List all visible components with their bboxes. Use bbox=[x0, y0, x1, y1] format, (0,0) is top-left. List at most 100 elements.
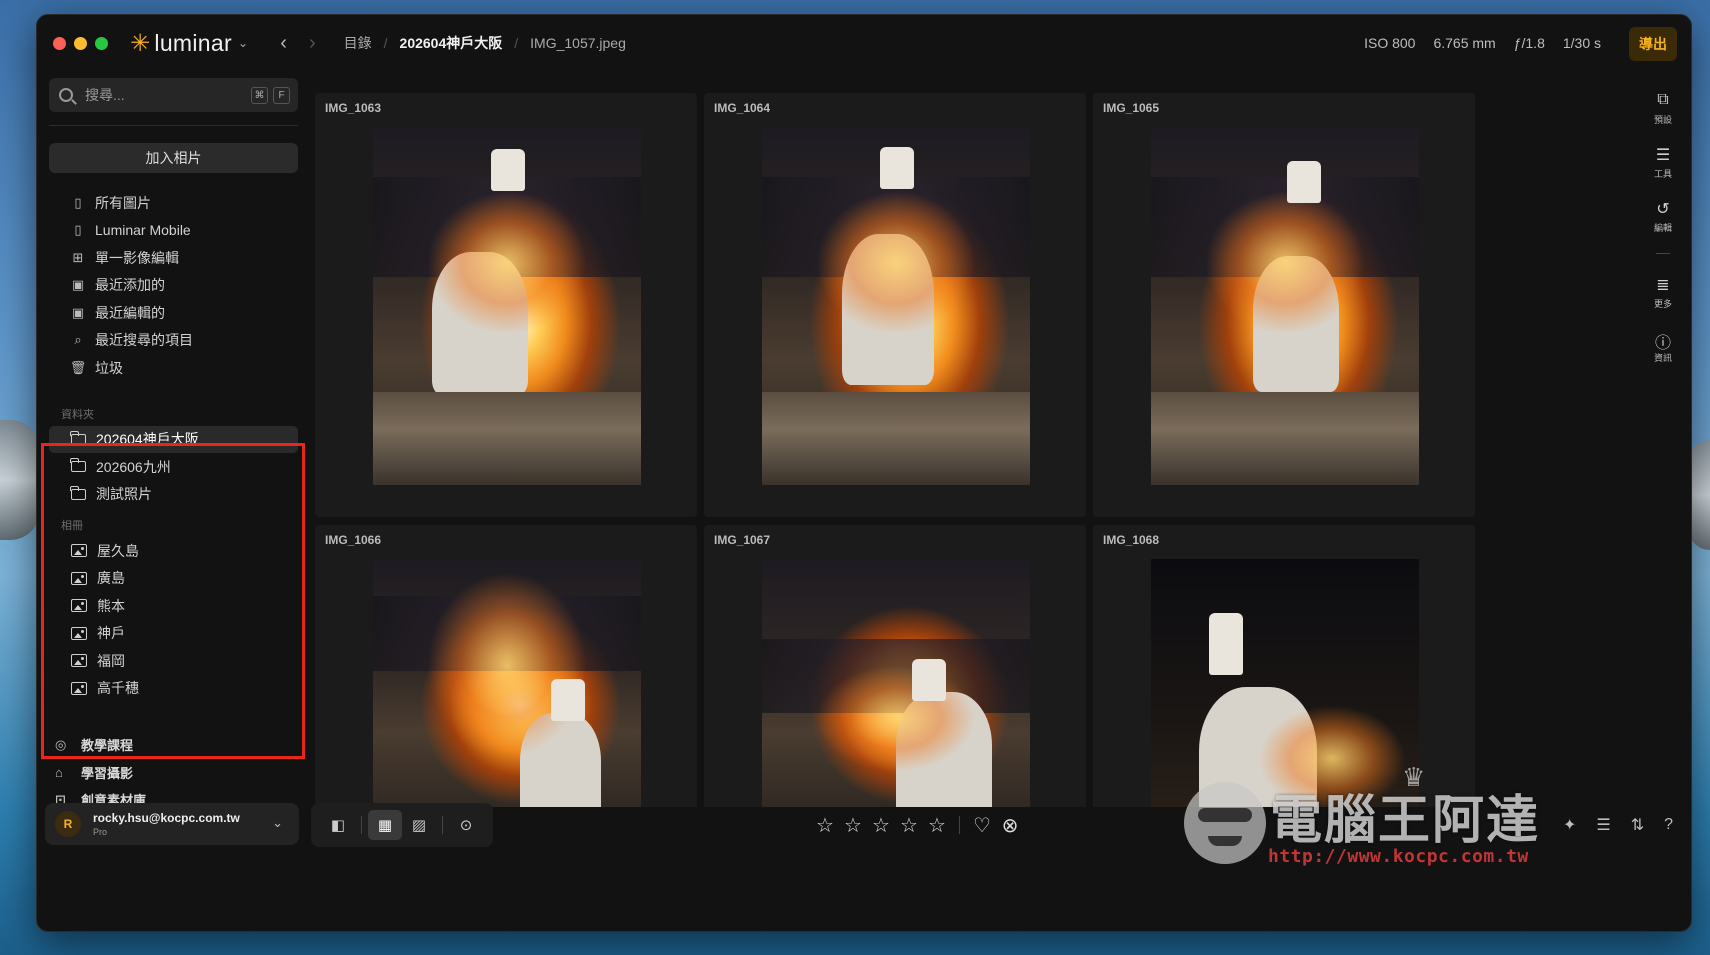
bottom-toolbar: ◧ ▦ ▨ ⊙ ☆ ☆ ☆ ☆ ☆ ♡ ⊗ ✦ ☰ ⇅ ? bbox=[311, 803, 1691, 847]
album-icon bbox=[71, 626, 87, 640]
back-button[interactable]: ‹ bbox=[280, 32, 287, 55]
export-button[interactable]: 導出 bbox=[1629, 27, 1677, 61]
star-rating-2[interactable]: ☆ bbox=[843, 813, 863, 838]
photo-stack-icon: ▯ bbox=[74, 194, 82, 210]
album-item[interactable]: 福岡 bbox=[49, 647, 298, 675]
sidebar-item-recently-added[interactable]: ▣ 最近添加的 bbox=[49, 272, 298, 300]
folders-section-label: 資料夾 bbox=[61, 408, 94, 421]
star-rating-5[interactable]: ☆ bbox=[927, 813, 947, 838]
trash-icon: 🗑 bbox=[69, 359, 87, 375]
divider bbox=[1656, 253, 1670, 254]
photo-tile[interactable]: IMG_1067 bbox=[704, 525, 1086, 807]
single-view-button[interactable]: ▨ bbox=[402, 810, 436, 840]
list-view-icon[interactable]: ☰ bbox=[1596, 815, 1610, 835]
photo-tile[interactable]: IMG_1065 bbox=[1093, 93, 1475, 517]
star-rating-3[interactable]: ☆ bbox=[871, 813, 891, 838]
star-rating-1[interactable]: ☆ bbox=[815, 813, 835, 838]
tool-label: 資訊 bbox=[1653, 353, 1672, 363]
album-item[interactable]: 神戶 bbox=[49, 620, 298, 648]
photo-tile[interactable]: IMG_1063 bbox=[315, 93, 697, 517]
heart-icon[interactable]: ♡ bbox=[972, 813, 992, 838]
sort-icon[interactable]: ⇅ bbox=[1631, 815, 1644, 835]
album-item[interactable]: 廣島 bbox=[49, 565, 298, 593]
help-icon[interactable]: ? bbox=[1664, 816, 1673, 834]
account-switcher[interactable]: R rocky.hsu@kocpc.com.tw Pro ⌄ bbox=[45, 803, 299, 845]
photo-filename: IMG_1065 bbox=[1103, 101, 1160, 115]
link-learn-photography[interactable]: ⌂ 學習攝影 bbox=[49, 759, 298, 787]
grid-view-button[interactable]: ▦ bbox=[368, 810, 402, 840]
reject-icon[interactable]: ⊗ bbox=[1000, 813, 1020, 838]
toggle-sidebar-button[interactable]: ◧ bbox=[321, 810, 355, 840]
rating-controls: ☆ ☆ ☆ ☆ ☆ ♡ ⊗ bbox=[815, 803, 1020, 847]
photo-filename: IMG_1067 bbox=[714, 533, 771, 547]
breadcrumb-folder[interactable]: 202604神戶大阪 bbox=[400, 33, 503, 53]
desktop-background-rock bbox=[0, 420, 40, 540]
forward-button[interactable]: › bbox=[309, 32, 316, 55]
album-item[interactable]: 屋久島 bbox=[49, 537, 298, 565]
tool-info[interactable]: ⓘ 資訊 bbox=[1635, 329, 1691, 364]
chevron-down-icon: ⌄ bbox=[272, 815, 283, 830]
grid-icon: ⊞ bbox=[72, 249, 84, 265]
breadcrumb-file: IMG_1057.jpeg bbox=[530, 35, 626, 51]
filter-icon[interactable]: ✦ bbox=[1563, 815, 1576, 835]
sidebar-item-label: 最近添加的 bbox=[95, 277, 165, 294]
folder-icon bbox=[70, 485, 86, 500]
sidebar-item-recent-searches[interactable]: ⌕ 最近搜尋的項目 bbox=[49, 327, 298, 355]
exif-info: ISO 800 6.765 mm ƒ/1.8 1/30 s bbox=[1364, 35, 1601, 51]
breadcrumb-catalog[interactable]: 目錄 bbox=[344, 33, 372, 53]
tool-presets[interactable]: ⧉ 預設 bbox=[1635, 91, 1691, 126]
album-icon bbox=[71, 654, 87, 668]
tool-label: 編輯 bbox=[1653, 223, 1672, 233]
photo-filename: IMG_1066 bbox=[325, 533, 382, 547]
app-brand-menu[interactable]: ✳ luminar ⌄ bbox=[130, 29, 248, 58]
add-photos-button[interactable]: 加入相片 bbox=[49, 143, 298, 173]
sidebar-item-single-image-edits[interactable]: ⊞ 單一影像編輯 bbox=[49, 244, 298, 272]
photo-tile[interactable]: IMG_1066 bbox=[315, 525, 697, 807]
photo-thumbnail bbox=[373, 559, 641, 807]
list-icon: ≣ bbox=[1656, 277, 1670, 294]
album-label: 神戶 bbox=[97, 625, 125, 642]
photo-tile[interactable]: IMG_1068 bbox=[1093, 525, 1475, 807]
tool-more[interactable]: ≣ 更多 bbox=[1635, 275, 1691, 310]
more-options-button[interactable]: ⊙ bbox=[449, 810, 483, 840]
sidebar-item-recently-edited[interactable]: ▣ 最近編輯的 bbox=[49, 299, 298, 327]
breadcrumb-separator: / bbox=[383, 35, 388, 51]
folder-item[interactable]: 測試照片 bbox=[49, 481, 298, 509]
search-input[interactable]: 搜尋... ⌘ F bbox=[49, 78, 298, 112]
photo-thumbnail bbox=[373, 127, 641, 485]
maximize-window-button[interactable] bbox=[95, 36, 108, 50]
sidebar-item-label: 所有圖片 bbox=[95, 194, 151, 211]
search-placeholder: 搜尋... bbox=[85, 87, 125, 103]
title-bar: ✳ luminar ⌄ ‹ › 目錄 / 202604神戶大阪 / IMG_10… bbox=[37, 15, 1691, 71]
sidebar-item-luminar-mobile[interactable]: ▯ Luminar Mobile bbox=[49, 217, 298, 245]
photo-grid: IMG_1063 IMG_1064 IMG_1065 IMG_1066 IMG_… bbox=[311, 71, 1477, 807]
album-item[interactable]: 熊本 bbox=[49, 592, 298, 620]
link-tutorials[interactable]: ◎ 教學課程 bbox=[49, 731, 298, 759]
minimize-window-button[interactable] bbox=[74, 36, 87, 50]
photo-thumbnail bbox=[762, 127, 1030, 485]
sort-controls: ✦ ☰ ⇅ ? bbox=[1563, 803, 1691, 847]
divider bbox=[49, 125, 298, 126]
close-window-button[interactable] bbox=[53, 36, 66, 50]
album-icon bbox=[71, 599, 87, 613]
photo-thumbnail bbox=[762, 559, 1030, 807]
link-label: 教學課程 bbox=[81, 738, 134, 754]
sidebar-item-label: 最近編輯的 bbox=[95, 304, 165, 321]
folder-item[interactable]: 202604神戶大阪 bbox=[49, 425, 298, 453]
chevron-down-icon: ⌄ bbox=[237, 36, 249, 50]
sidebar-item-trash[interactable]: 🗑 垃圾 bbox=[49, 354, 298, 382]
tool-label: 預設 bbox=[1653, 115, 1672, 125]
tool-edits[interactable]: ↺ 編輯 bbox=[1635, 199, 1691, 234]
search-icon bbox=[59, 88, 73, 102]
divider bbox=[959, 816, 960, 834]
tool-adjust[interactable]: ☰ 工具 bbox=[1635, 145, 1691, 180]
album-item[interactable]: 高千穗 bbox=[49, 675, 298, 703]
folder-item[interactable]: 202606九州 bbox=[49, 453, 298, 481]
photo-tile[interactable]: IMG_1064 bbox=[704, 93, 1086, 517]
star-rating-4[interactable]: ☆ bbox=[899, 813, 919, 838]
sliders-icon: ☰ bbox=[1655, 147, 1671, 164]
sidebar-item-all-photos[interactable]: ▯ 所有圖片 bbox=[49, 189, 298, 217]
sidebar-item-label: 垃圾 bbox=[95, 359, 123, 376]
album-label: 廣島 bbox=[97, 570, 125, 587]
app-name: luminar bbox=[154, 29, 232, 56]
